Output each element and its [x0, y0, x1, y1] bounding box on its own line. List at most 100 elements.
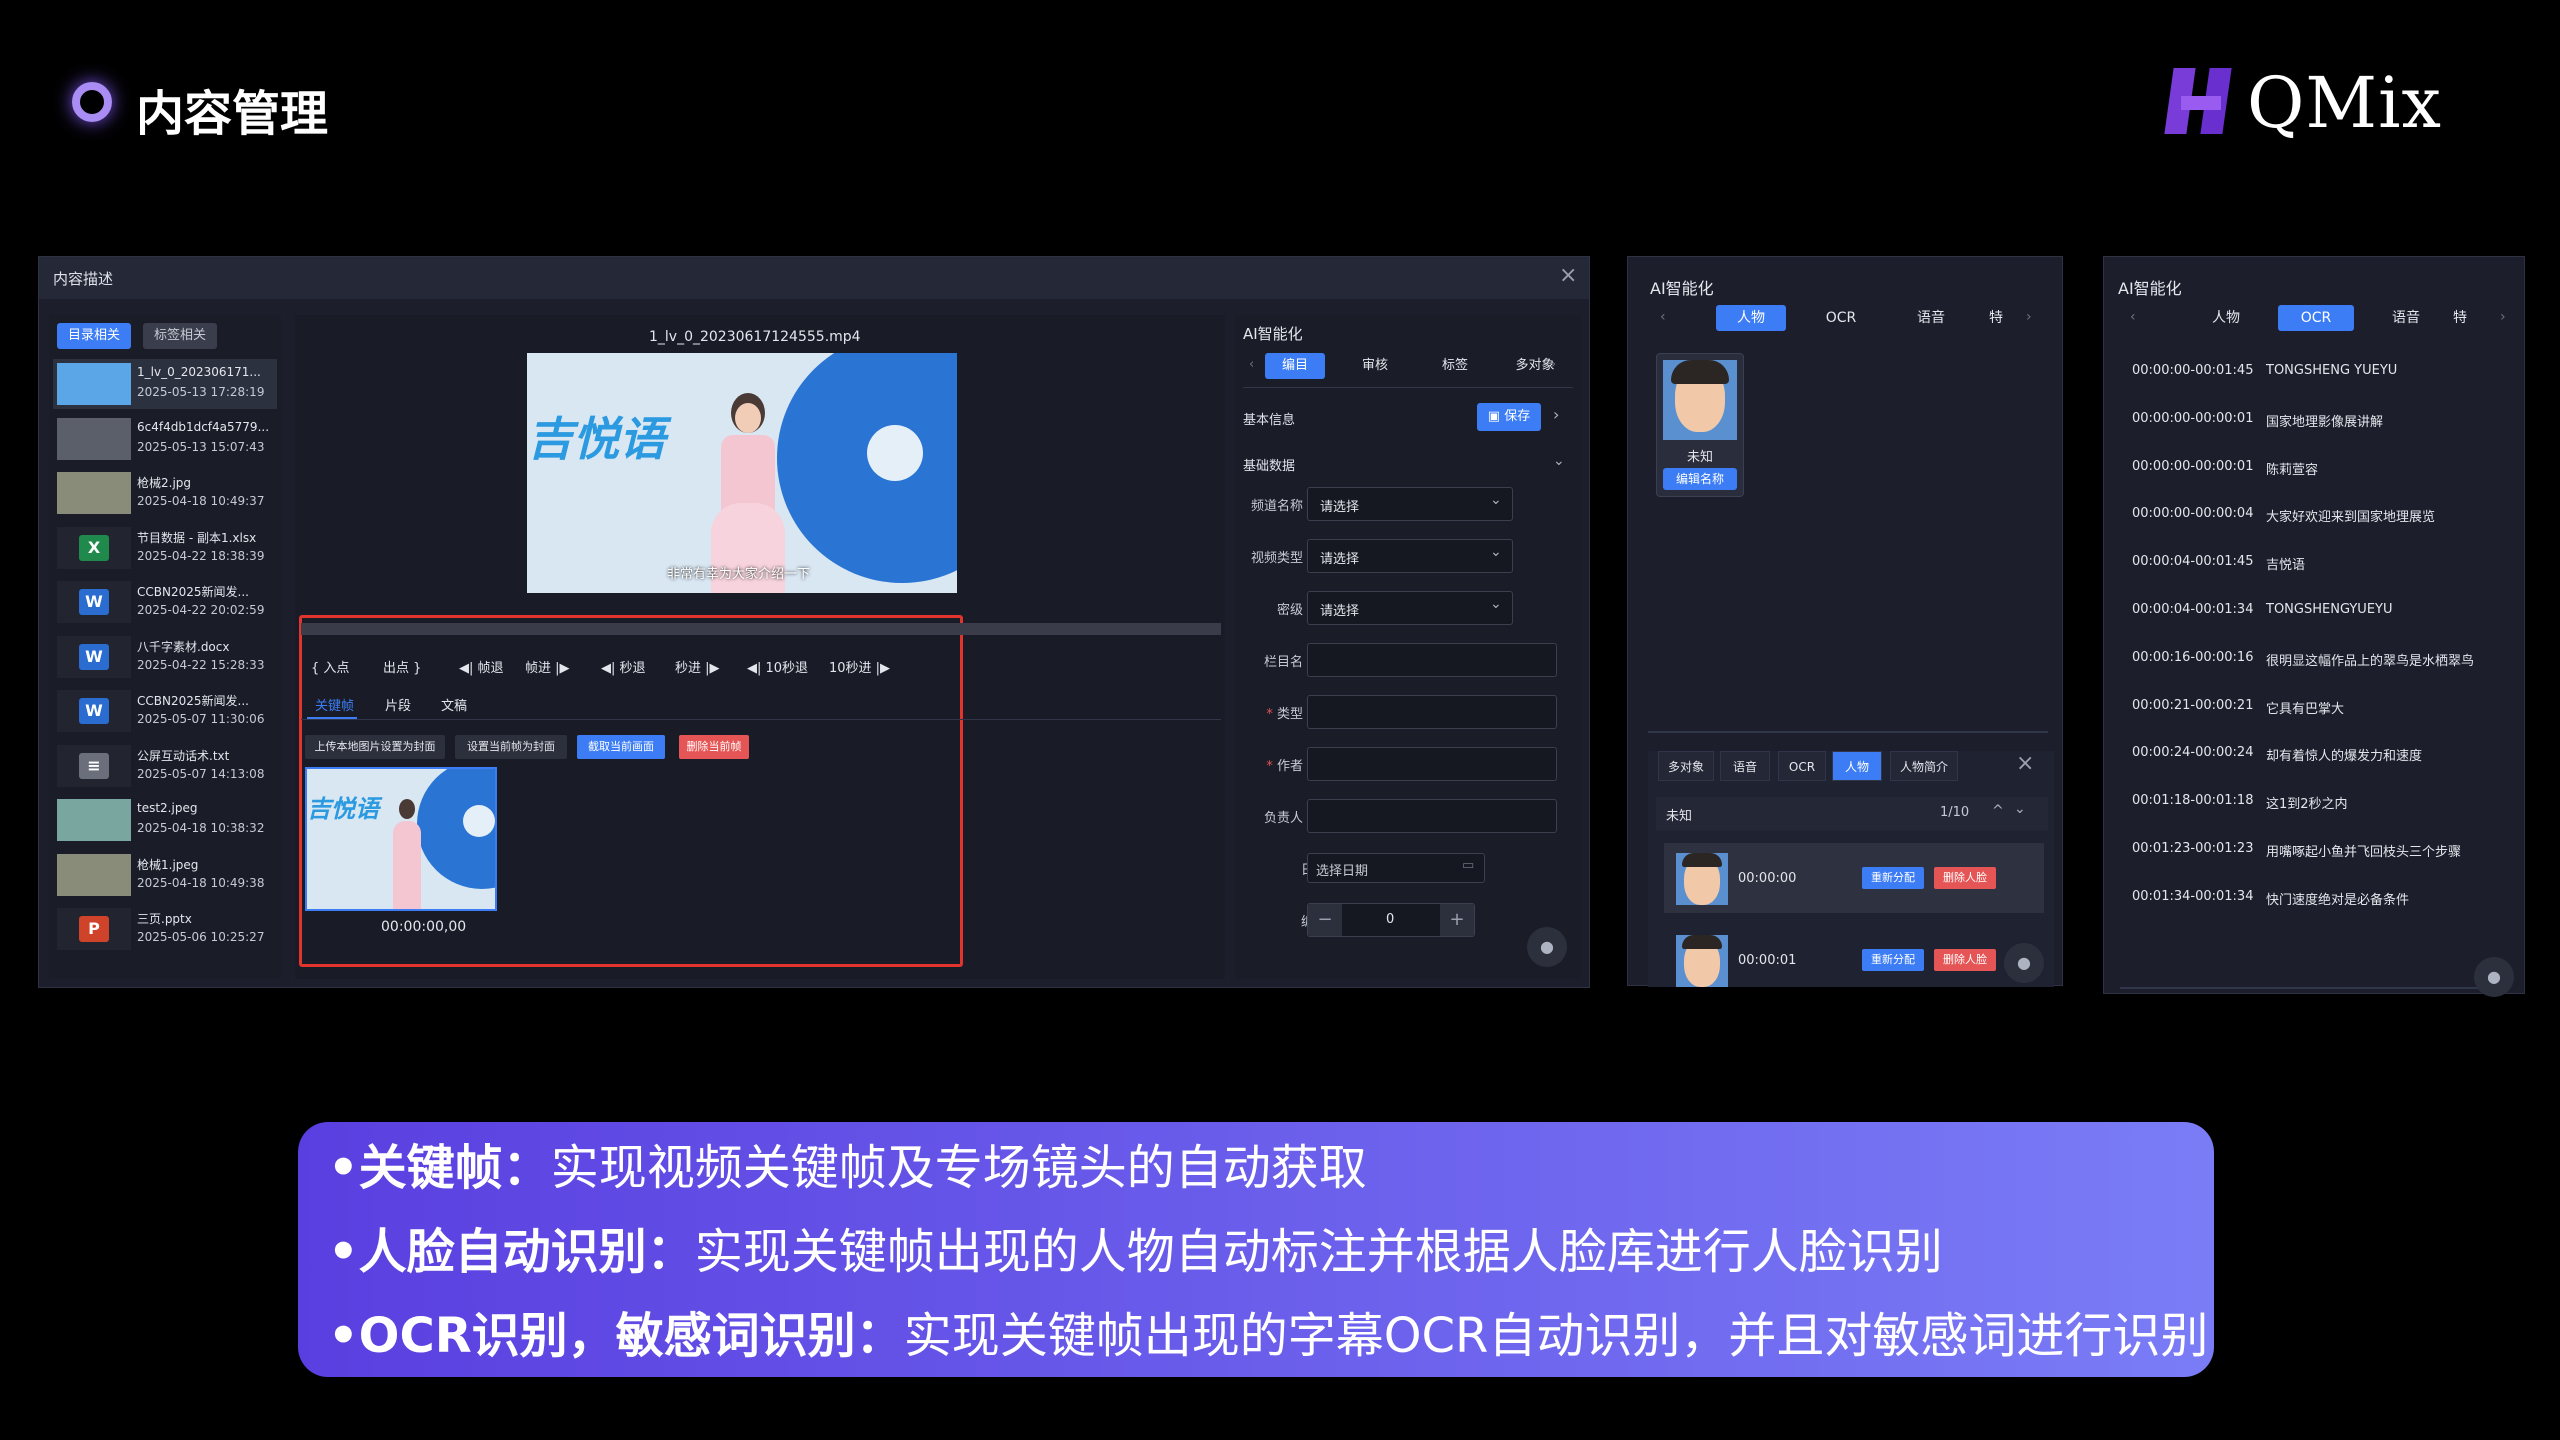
- face-tab[interactable]: 特: [1986, 305, 2006, 331]
- control-button[interactable]: 帧进 |▶: [525, 657, 570, 676]
- control-button[interactable]: ◀| 秒退: [601, 657, 646, 676]
- action-button[interactable]: 上传本地图片设置为封面: [305, 735, 445, 759]
- file-item[interactable]: 枪械2.jpg 2025-04-18 10:49:37: [53, 468, 277, 518]
- chevron-down-icon[interactable]: ⌄: [1553, 453, 1565, 469]
- action-button[interactable]: 截取当前画面: [577, 735, 665, 759]
- ocr-row[interactable]: 00:00:00-00:00:04 大家好欢迎来到国家地理展览: [2132, 506, 2512, 530]
- reassign-button[interactable]: 重新分配: [1862, 949, 1924, 971]
- file-item[interactable]: 枪械1.jpeg 2025-04-18 10:49:38: [53, 850, 277, 900]
- tab-tags[interactable]: 标签相关: [143, 323, 217, 349]
- delete-face-button[interactable]: 删除人脸: [1934, 867, 1996, 889]
- timeline-bar[interactable]: [301, 623, 1221, 635]
- ocr-row[interactable]: 00:01:18-00:01:18 这1到2秒之内: [2132, 793, 2512, 817]
- chat-bubble-icon[interactable]: ●: [1527, 927, 1567, 967]
- bottom-tab[interactable]: 人物简介: [1890, 751, 1958, 781]
- select-placeholder: 请选择: [1320, 500, 1360, 515]
- tabs-prev-icon[interactable]: ‹: [1660, 309, 1666, 325]
- control-button[interactable]: ◀| 10秒退: [747, 657, 808, 676]
- face-card[interactable]: 未知 编辑名称: [1656, 353, 1744, 497]
- minus-button[interactable]: −: [1308, 904, 1342, 936]
- chevron-down-icon[interactable]: ⌄: [2014, 801, 2026, 817]
- plus-button[interactable]: +: [1440, 904, 1474, 936]
- ai-tab[interactable]: 标签: [1425, 353, 1485, 379]
- video-player[interactable]: 吉悦语 非常有幸为大家介绍一下: [527, 353, 957, 593]
- bottom-tab[interactable]: 人物: [1832, 751, 1882, 781]
- chat-bubble-icon[interactable]: ●: [2474, 957, 2514, 997]
- subtab[interactable]: 关键帧: [315, 695, 354, 714]
- chevron-up-icon[interactable]: ^: [1992, 803, 2004, 819]
- ocr-row[interactable]: 00:00:04-00:01:34 TONGSHENGYUEYU: [2132, 602, 2512, 626]
- select-field[interactable]: 请选择 ⌄: [1307, 591, 1513, 625]
- number-stepper[interactable]: − 0 +: [1307, 903, 1475, 937]
- file-item[interactable]: W CCBN2025新闻发... 2025-04-22 20:02:59: [53, 577, 277, 627]
- keyframe-thumbnail[interactable]: 吉悦语: [305, 767, 497, 911]
- file-item[interactable]: W CCBN2025新闻发... 2025-05-07 11:30:06: [53, 686, 277, 736]
- control-button[interactable]: 秒进 |▶: [675, 657, 720, 676]
- bottom-tab[interactable]: 多对象: [1658, 751, 1714, 781]
- ocr-tab[interactable]: OCR: [2278, 305, 2354, 331]
- ocr-row[interactable]: 00:01:23-00:01:23 用嘴啄起小鱼并飞回枝头三个步骤: [2132, 841, 2512, 865]
- ai-tab[interactable]: 审核: [1345, 353, 1405, 379]
- bottom-tab[interactable]: 语音: [1720, 751, 1770, 781]
- ocr-row[interactable]: 00:00:24-00:00:24 却有着惊人的爆发力和速度: [2132, 745, 2512, 769]
- control-button[interactable]: 10秒进 |▶: [829, 657, 890, 676]
- ocr-row[interactable]: 00:00:00-00:01:45 TONGSHENG YUEYU: [2132, 363, 2512, 387]
- file-item[interactable]: W 八千字素材.docx 2025-04-22 15:28:33: [53, 632, 277, 682]
- control-button[interactable]: ◀| 帧退: [459, 657, 504, 676]
- subtab[interactable]: 片段: [385, 695, 411, 714]
- file-item[interactable]: 6c4f4db1dcf4a5779... 2025-05-13 15:07:43: [53, 414, 277, 464]
- reassign-button[interactable]: 重新分配: [1862, 867, 1924, 889]
- video-disc-hole: [867, 425, 923, 481]
- tabs-prev-icon[interactable]: ‹: [2130, 309, 2136, 325]
- ocr-row[interactable]: 00:00:00-00:00:01 国家地理影像展讲解: [2132, 411, 2512, 435]
- close-icon[interactable]: ×: [2016, 751, 2034, 776]
- text-field[interactable]: [1307, 695, 1557, 729]
- face-avatar: [1663, 360, 1737, 440]
- ocr-row[interactable]: 00:00:21-00:00:21 它具有巴掌大: [2132, 698, 2512, 722]
- ocr-row[interactable]: 00:01:34-00:01:34 快门速度绝对是必备条件: [2132, 889, 2512, 913]
- tabs-next-icon[interactable]: ›: [2500, 309, 2506, 325]
- file-item[interactable]: P 三页.pptx 2025-05-06 10:25:27: [53, 904, 277, 954]
- file-item[interactable]: test2.jpeg 2025-04-18 10:38:32: [53, 795, 277, 845]
- face-entry[interactable]: 00:00:00 重新分配 删除人脸: [1664, 843, 2044, 913]
- save-button[interactable]: ▣ 保存: [1477, 403, 1541, 431]
- tabs-next-icon[interactable]: ›: [2026, 309, 2032, 325]
- ai-tab[interactable]: 多对象: [1505, 353, 1565, 379]
- text-field[interactable]: [1307, 643, 1557, 677]
- action-button[interactable]: 删除当前帧: [679, 735, 749, 759]
- control-button[interactable]: 出点 }: [383, 657, 421, 676]
- ocr-row[interactable]: 00:00:04-00:01:45 吉悦语: [2132, 554, 2512, 578]
- text-field[interactable]: [1307, 799, 1557, 833]
- face-tab[interactable]: 语音: [1896, 305, 1966, 331]
- ai-tab[interactable]: 编目: [1265, 353, 1325, 379]
- ai-tabs-prev-icon[interactable]: ‹: [1249, 357, 1254, 372]
- face-tab[interactable]: OCR: [1806, 305, 1876, 331]
- ocr-row[interactable]: 00:00:16-00:00:16 很明显这幅作品上的翠鸟是水栖翠鸟: [2132, 650, 2512, 674]
- video-thumbnail: [57, 363, 131, 405]
- file-item[interactable]: ≡ 公屏互动话术.txt 2025-05-07 14:13:08: [53, 741, 277, 791]
- face-entry[interactable]: 00:00:01 重新分配 删除人脸: [1664, 925, 2044, 995]
- text-field[interactable]: [1307, 747, 1557, 781]
- ocr-tab[interactable]: 人物: [2188, 305, 2264, 331]
- word-file-icon: W: [79, 643, 109, 670]
- tab-directory[interactable]: 目录相关: [57, 323, 131, 349]
- window-titlebar: [39, 257, 1589, 299]
- close-icon[interactable]: ×: [1559, 263, 1577, 288]
- delete-face-button[interactable]: 删除人脸: [1934, 949, 1996, 971]
- control-button[interactable]: { 入点: [311, 657, 349, 676]
- bottom-tab[interactable]: OCR: [1778, 751, 1826, 781]
- select-field[interactable]: 请选择 ⌄: [1307, 487, 1513, 521]
- ocr-tab[interactable]: 语音: [2368, 305, 2444, 331]
- file-item[interactable]: 1_lv_0_202306171... 2025-05-13 17:28:19: [53, 359, 277, 409]
- ocr-tab[interactable]: 特: [2450, 305, 2470, 331]
- face-tab[interactable]: 人物: [1716, 305, 1786, 331]
- select-field[interactable]: 请选择 ⌄: [1307, 539, 1513, 573]
- subtab[interactable]: 文稿: [441, 695, 467, 714]
- date-picker[interactable]: 选择日期 ▭: [1307, 853, 1485, 883]
- edit-name-button[interactable]: 编辑名称: [1663, 468, 1737, 490]
- ocr-time: 00:01:18-00:01:18: [2132, 793, 2254, 809]
- chevron-right-icon[interactable]: ›: [1553, 405, 1559, 424]
- file-item[interactable]: X 节目数据 - 副本1.xlsx 2025-04-22 18:38:39: [53, 523, 277, 573]
- ocr-row[interactable]: 00:00:00-00:00:01 陈莉萱容: [2132, 459, 2512, 483]
- action-button[interactable]: 设置当前帧为封面: [455, 735, 567, 759]
